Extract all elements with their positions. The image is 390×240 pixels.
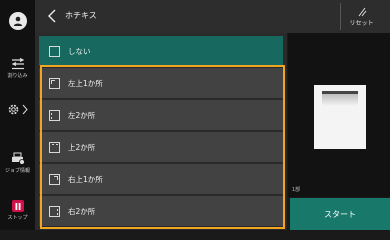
stop-icon [11, 200, 24, 212]
stop-button[interactable]: ストップ [0, 200, 35, 221]
option-left-2[interactable]: 左2か所 [39, 100, 283, 130]
staple-top-right-icon [49, 173, 60, 185]
option-right-2[interactable]: 右2か所 [39, 196, 283, 226]
option-none-checkbox-icon [49, 45, 60, 57]
interrupt-label: 割り込み [7, 73, 28, 79]
reset-button[interactable]: リセット [340, 3, 382, 30]
option-label: 左2か所 [68, 110, 96, 120]
page-title: ホチキス [65, 11, 97, 20]
staple-option-list: しない 左上1か所 左2か所 上2か所 右上1か所 右2か所 [35, 33, 287, 230]
staple-top-left-icon [49, 77, 60, 89]
left-rail: 割り込み ジョブ情報 ストップ [0, 0, 35, 230]
gear-icon [8, 104, 19, 115]
job-printer-icon [11, 152, 25, 165]
user-avatar-icon [8, 12, 27, 30]
header-bar: ホチキス リセット [35, 0, 390, 33]
interrupt-button[interactable]: 割り込み [0, 58, 35, 79]
option-label: 右上1か所 [68, 174, 103, 184]
reset-label: リセット [349, 19, 374, 27]
settings-button[interactable] [0, 103, 35, 116]
preview-pane: 1部 [288, 33, 390, 197]
staple-left-2-icon [49, 109, 60, 121]
option-none[interactable]: しない [39, 36, 283, 66]
staple-right-2-icon [49, 205, 60, 217]
option-top-2[interactable]: 上2か所 [39, 132, 283, 162]
back-chevron-icon[interactable] [46, 8, 60, 24]
stop-label: ストップ [7, 215, 28, 221]
option-label: 左上1か所 [68, 78, 103, 88]
option-top-right-1[interactable]: 右上1か所 [39, 164, 283, 194]
option-label: 右2か所 [68, 206, 96, 216]
option-label: しない [68, 46, 91, 56]
job-status-button[interactable]: ジョブ情報 [0, 152, 35, 174]
option-top-left-1[interactable]: 左上1か所 [39, 68, 283, 98]
job-status-label: ジョブ情報 [4, 168, 30, 174]
reset-slash-icon [358, 7, 366, 16]
staple-top-2-icon [49, 141, 60, 153]
option-label: 上2か所 [68, 142, 96, 152]
document-preview-image [314, 85, 366, 149]
user-button[interactable] [0, 12, 35, 30]
start-button[interactable]: スタート [290, 198, 390, 230]
chevron-right-icon [22, 104, 28, 115]
copies-count: 1部 [292, 187, 301, 193]
interrupt-icon [11, 58, 24, 70]
